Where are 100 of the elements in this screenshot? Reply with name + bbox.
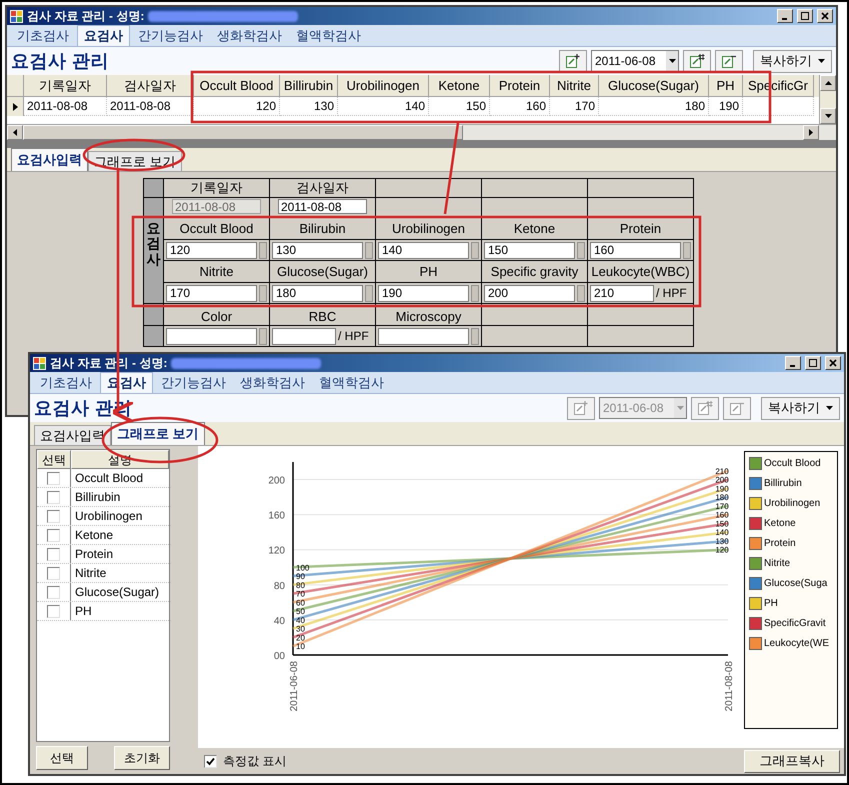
input-field[interactable] (378, 328, 469, 344)
legend-label: Leukocyte(WE (764, 637, 830, 651)
minimize-button[interactable] (777, 9, 793, 23)
list-item[interactable]: Glucose(Sugar) (71, 583, 164, 601)
caret-icon (668, 59, 676, 63)
input-field[interactable]: 190 (378, 284, 469, 302)
checkbox[interactable] (47, 528, 60, 542)
copy-button[interactable]: 복사하기 (753, 50, 832, 72)
copy-graph-button[interactable]: 그래프복사 (744, 750, 840, 772)
list-item[interactable]: Nitrite (71, 564, 110, 582)
field-button[interactable] (471, 242, 479, 258)
tab[interactable]: 혈액학검사 (313, 373, 390, 393)
axis-label: 2011-06-08 (289, 661, 300, 712)
column-header[interactable]: Ketone (429, 75, 490, 97)
select-button[interactable]: 선택 (36, 746, 88, 770)
checkbox[interactable] (47, 586, 60, 598)
field-button[interactable] (259, 328, 267, 344)
column-header[interactable]: Glucose(Sugar) (599, 75, 709, 97)
row-header[interactable] (7, 97, 24, 116)
delete-record-button[interactable] (715, 50, 743, 72)
tab[interactable]: 기초검사 (11, 26, 75, 46)
field-button[interactable] (577, 284, 585, 302)
input-field[interactable]: 150 (484, 242, 575, 258)
column-header[interactable]: Protein (490, 75, 550, 97)
arrow-right-icon[interactable] (809, 129, 813, 136)
field-button[interactable] (471, 284, 479, 302)
field-button[interactable] (577, 242, 585, 258)
date-combo[interactable]: 2011-06-08 (591, 50, 679, 72)
column-header[interactable]: Nitrite (550, 75, 599, 97)
arrow-down-icon[interactable] (824, 114, 832, 118)
tab[interactable]: 간기능검사 (132, 26, 209, 46)
checkbox[interactable] (47, 566, 60, 580)
checkbox[interactable] (47, 490, 60, 504)
scrollbar-thumb[interactable] (23, 125, 463, 140)
checkbox[interactable] (47, 548, 60, 560)
tab[interactable]: 그래프로 보기 (111, 422, 205, 445)
column-header[interactable]: 검사일자 (107, 75, 194, 97)
date-field[interactable]: 2011-08-08 (278, 199, 367, 214)
input-field[interactable]: 200 (484, 284, 575, 302)
tab[interactable]: 간기능검사 (155, 373, 232, 393)
arrow-left-icon[interactable] (13, 129, 17, 136)
field-button[interactable] (365, 242, 373, 258)
input-field[interactable]: 140 (378, 242, 469, 258)
tab[interactable]: 생화학검사 (211, 26, 288, 46)
field-button[interactable] (365, 284, 373, 302)
column-header[interactable]: 기록일자 (24, 75, 107, 97)
list-item[interactable]: Occult Blood (71, 469, 148, 487)
checkbox[interactable] (47, 510, 60, 522)
reset-button[interactable]: 초기화 (114, 746, 170, 770)
column-header[interactable]: Billirubin (280, 75, 338, 97)
input-field[interactable]: 170 (166, 284, 257, 302)
field-label: PH (376, 261, 481, 282)
close-button[interactable] (817, 9, 833, 23)
tab[interactable]: 혈액학검사 (290, 26, 367, 46)
add-record-button[interactable] (559, 50, 587, 72)
field-button[interactable] (683, 242, 691, 258)
column-header[interactable]: Urobilinogen (338, 75, 429, 97)
data-label: 90 (296, 572, 305, 582)
input-field[interactable]: 120 (166, 242, 257, 258)
column-header[interactable]: PH (709, 75, 743, 97)
input-field[interactable]: 210 (590, 284, 654, 302)
field-button[interactable] (471, 328, 479, 344)
column-header[interactable]: 선택 (37, 450, 70, 469)
list-item[interactable]: Urobilinogen (71, 507, 146, 525)
data-label: 170 (715, 502, 729, 511)
table-cell: 190 (709, 97, 743, 116)
copy-record-button[interactable] (683, 50, 711, 72)
list-item[interactable]: Protein (71, 545, 118, 563)
column-header[interactable]: Occult Blood (194, 75, 280, 97)
tab[interactable]: 요검사입력 (34, 425, 111, 445)
field-button[interactable] (259, 242, 267, 258)
arrow-up-icon[interactable] (824, 81, 832, 85)
table-cell (743, 97, 814, 116)
checkbox[interactable] (47, 472, 60, 484)
table-cell: 2011-08-08 (107, 97, 194, 116)
data-label: 30 (296, 624, 305, 634)
field-button[interactable] (259, 284, 267, 302)
maximize-button[interactable] (797, 9, 813, 23)
close-button[interactable] (825, 356, 841, 370)
maximize-button[interactable] (805, 356, 821, 370)
minimize-button[interactable] (785, 356, 801, 370)
input-field[interactable]: 180 (272, 284, 363, 302)
list-item[interactable]: Billirubin (71, 488, 124, 506)
checkbox[interactable] (47, 604, 60, 618)
checkbox[interactable] (204, 754, 217, 768)
input-field[interactable] (166, 328, 257, 344)
data-label: 210 (715, 466, 729, 476)
axis-label: 2011-08-08 (724, 661, 735, 712)
tab[interactable]: 기초검사 (34, 373, 98, 393)
list-item[interactable]: PH (71, 602, 96, 620)
note-plus-icon (573, 400, 589, 416)
caret-icon (826, 406, 833, 410)
input-field[interactable]: 160 (590, 242, 681, 258)
input-field[interactable] (272, 328, 336, 344)
tab[interactable]: 생화학검사 (234, 373, 311, 393)
input-field[interactable]: 130 (272, 242, 363, 258)
tab[interactable]: 요검사입력 (11, 148, 88, 171)
data-label: 10 (296, 642, 305, 652)
list-item[interactable]: Ketone (71, 526, 118, 544)
tab[interactable]: 요검사 (77, 25, 130, 46)
